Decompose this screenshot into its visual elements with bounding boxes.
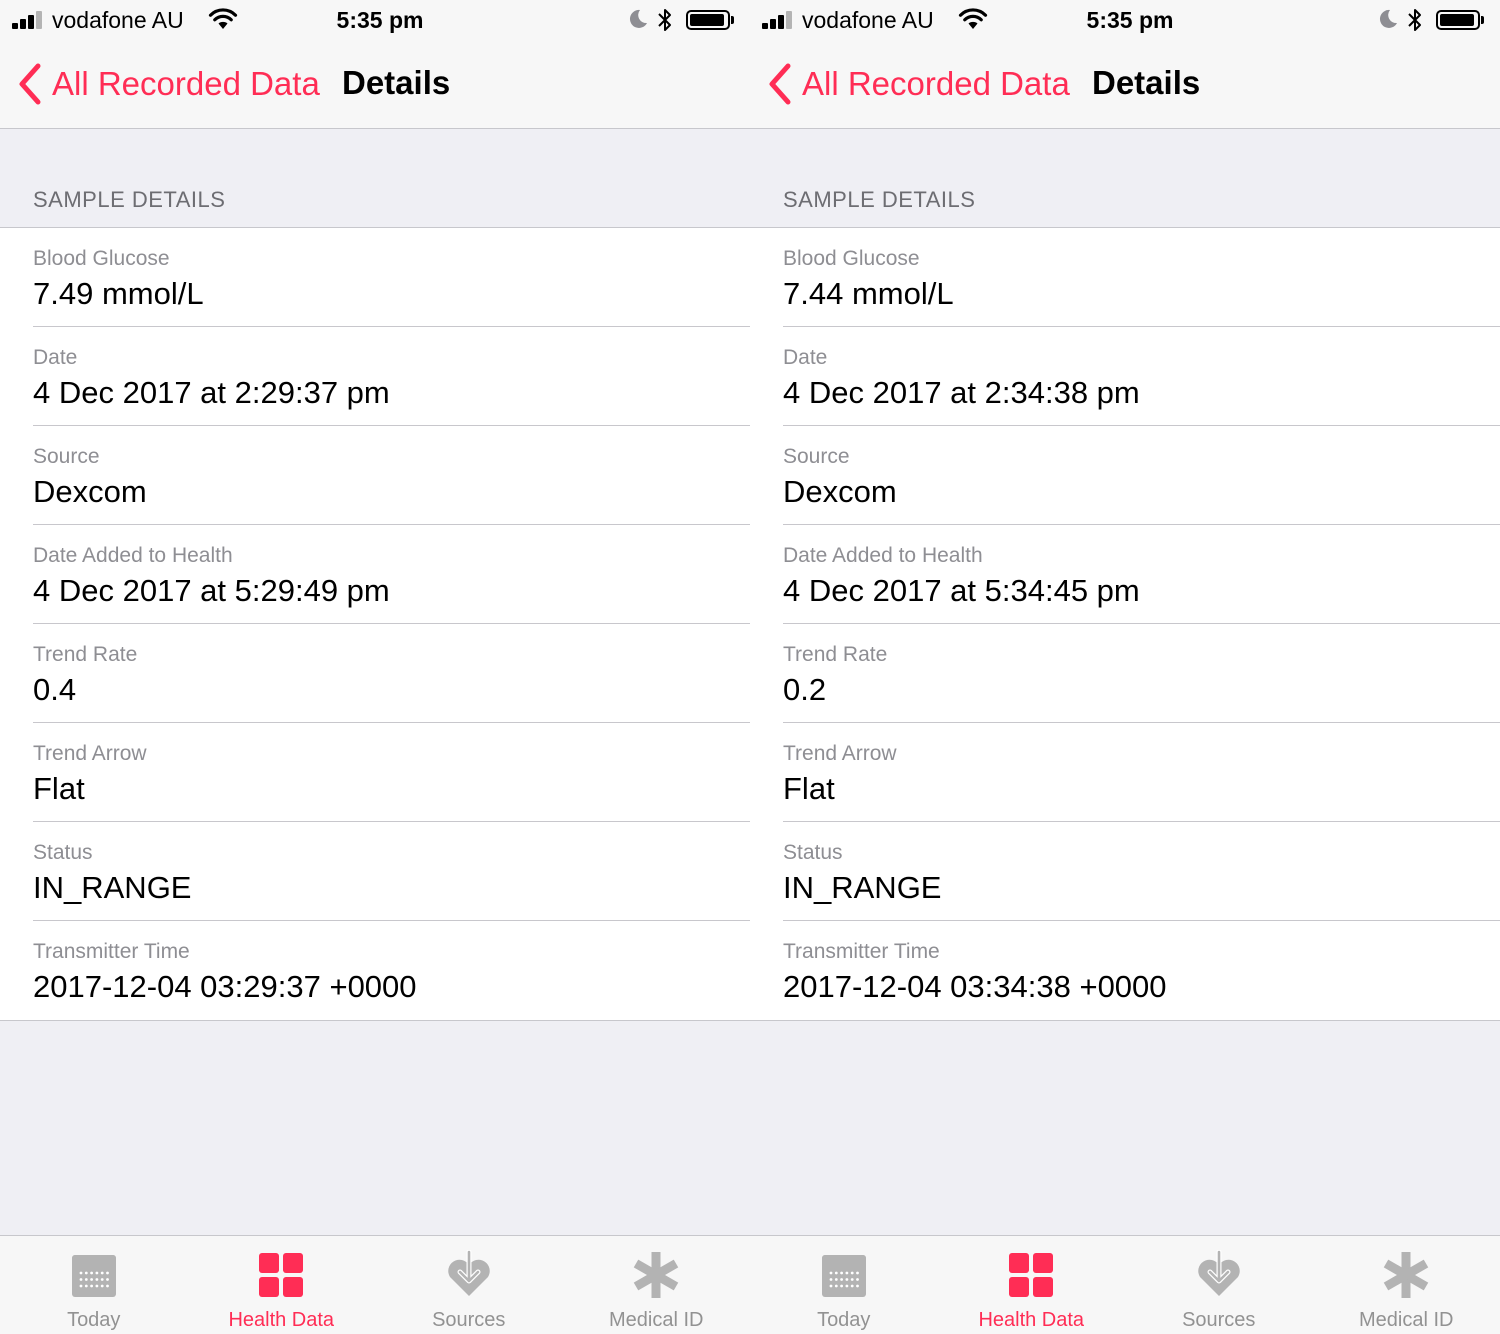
detail-row: Date Added to Health 4 Dec 2017 at 5:34:… — [750, 525, 1500, 624]
do-not-disturb-moon-icon — [629, 9, 647, 28]
asterisk-icon — [631, 1250, 681, 1300]
heart-arrow-icon — [1194, 1249, 1244, 1300]
grid-icon — [1006, 1250, 1056, 1300]
back-button[interactable]: All Recorded Data — [766, 62, 1070, 106]
tab-health-data[interactable]: Health Data — [938, 1236, 1126, 1334]
detail-row: Status IN_RANGE — [0, 822, 750, 921]
heart-arrow-icon — [444, 1249, 494, 1300]
chevron-left-icon — [769, 63, 791, 105]
detail-row: Source Dexcom — [0, 426, 750, 525]
detail-row-value: Dexcom — [33, 474, 147, 509]
detail-row-value: 4 Dec 2017 at 2:34:38 pm — [783, 375, 1140, 410]
detail-row-label: Blood Glucose — [33, 247, 170, 270]
phone-screen-2: vodafone AU 5:35 pm All Recorded Data De… — [750, 0, 1500, 1334]
section-header: SAMPLE DETAILS — [33, 187, 226, 212]
tab-label: Sources — [1182, 1309, 1256, 1331]
detail-row-value: 0.4 — [33, 672, 77, 707]
detail-row-label: Trend Rate — [783, 643, 888, 666]
detail-row: Blood Glucose 7.49 mmol/L — [0, 228, 750, 327]
bluetooth-icon — [658, 9, 671, 31]
battery-icon — [1436, 10, 1484, 30]
detail-row-label: Date — [33, 346, 78, 369]
detail-row-value: 2017-12-04 03:29:37 +0000 — [33, 969, 417, 1004]
tab-bar: Today Health Data Sources Medical ID — [750, 1235, 1500, 1334]
detail-row-value: 7.44 mmol/L — [783, 276, 954, 311]
tab-label: Today — [67, 1309, 121, 1331]
calendar-icon — [819, 1250, 869, 1300]
detail-row-label: Source — [783, 445, 850, 468]
navigation-bar: All Recorded Data Details — [750, 40, 1500, 129]
grid-icon — [256, 1250, 306, 1300]
do-not-disturb-moon-icon — [1379, 9, 1397, 28]
detail-row: Transmitter Time 2017-12-04 03:29:37 +00… — [0, 921, 750, 1020]
detail-row-label: Status — [33, 841, 93, 864]
tab-sources[interactable]: Sources — [375, 1236, 563, 1334]
battery-icon — [686, 10, 734, 30]
sample-details-list: Blood Glucose 7.44 mmol/L Date 4 Dec 201… — [750, 227, 1500, 1021]
status-bar: vodafone AU 5:35 pm — [0, 0, 750, 40]
tab-label: Sources — [432, 1309, 506, 1331]
back-button-label: All Recorded Data — [52, 65, 320, 102]
section-header: SAMPLE DETAILS — [783, 187, 976, 212]
detail-row-value: 7.49 mmol/L — [33, 276, 204, 311]
page-title: Details — [1092, 64, 1201, 101]
page-title: Details — [342, 64, 451, 101]
detail-row: Trend Arrow Flat — [0, 723, 750, 822]
tab-today[interactable]: Today — [0, 1236, 188, 1334]
detail-row-value: 0.2 — [783, 672, 827, 707]
screens-container: vodafone AU 5:35 pm All Recorded Data De… — [0, 0, 1500, 1334]
detail-row: Transmitter Time 2017-12-04 03:34:38 +00… — [750, 921, 1500, 1020]
tab-label: Today — [817, 1309, 871, 1331]
navigation-bar: All Recorded Data Details — [0, 40, 750, 129]
detail-row-label: Date Added to Health — [33, 544, 233, 567]
tab-medical-id[interactable]: Medical ID — [563, 1236, 751, 1334]
calendar-icon — [69, 1250, 119, 1300]
detail-row: Status IN_RANGE — [750, 822, 1500, 921]
detail-row-value: Dexcom — [783, 474, 897, 509]
detail-row-value: 2017-12-04 03:34:38 +0000 — [783, 969, 1167, 1004]
tab-bar: Today Health Data Sources Medical ID — [0, 1235, 750, 1334]
tab-medical-id[interactable]: Medical ID — [1313, 1236, 1500, 1334]
phone-screen-1: vodafone AU 5:35 pm All Recorded Data De… — [0, 0, 750, 1334]
detail-row-label: Status — [783, 841, 843, 864]
tab-label: Medical ID — [1359, 1309, 1454, 1331]
asterisk-icon — [1381, 1250, 1431, 1300]
detail-row-value: 4 Dec 2017 at 2:29:37 pm — [33, 375, 390, 410]
tab-label: Health Data — [228, 1309, 335, 1331]
tab-health-data[interactable]: Health Data — [188, 1236, 376, 1334]
detail-row-value: Flat — [33, 771, 85, 806]
detail-row-label: Transmitter Time — [33, 940, 190, 963]
detail-row-label: Source — [33, 445, 100, 468]
detail-row: Date 4 Dec 2017 at 2:29:37 pm — [0, 327, 750, 426]
detail-row-value: 4 Dec 2017 at 5:29:49 pm — [33, 573, 390, 608]
tab-label: Health Data — [978, 1309, 1085, 1331]
tab-sources[interactable]: Sources — [1125, 1236, 1313, 1334]
detail-row-label: Date Added to Health — [783, 544, 983, 567]
detail-row: Source Dexcom — [750, 426, 1500, 525]
tab-label: Medical ID — [609, 1309, 704, 1331]
detail-row-label: Trend Arrow — [33, 742, 147, 765]
detail-row-label: Transmitter Time — [783, 940, 940, 963]
detail-row: Trend Arrow Flat — [750, 723, 1500, 822]
status-bar: vodafone AU 5:35 pm — [750, 0, 1500, 40]
tab-today[interactable]: Today — [750, 1236, 938, 1334]
back-button-label: All Recorded Data — [802, 65, 1070, 102]
detail-row-value: Flat — [783, 771, 835, 806]
detail-row-value: IN_RANGE — [33, 870, 192, 905]
detail-row: Trend Rate 0.2 — [750, 624, 1500, 723]
detail-row-label: Trend Arrow — [783, 742, 897, 765]
detail-row-label: Date — [783, 346, 828, 369]
detail-row: Date Added to Health 4 Dec 2017 at 5:29:… — [0, 525, 750, 624]
chevron-left-icon — [19, 63, 41, 105]
detail-row-value: 4 Dec 2017 at 5:34:45 pm — [783, 573, 1140, 608]
bluetooth-icon — [1408, 9, 1421, 31]
sample-details-list: Blood Glucose 7.49 mmol/L Date 4 Dec 201… — [0, 227, 750, 1021]
detail-row: Date 4 Dec 2017 at 2:34:38 pm — [750, 327, 1500, 426]
detail-row-value: IN_RANGE — [783, 870, 942, 905]
back-button[interactable]: All Recorded Data — [16, 62, 320, 106]
detail-row: Trend Rate 0.4 — [0, 624, 750, 723]
detail-row: Blood Glucose 7.44 mmol/L — [750, 228, 1500, 327]
detail-row-label: Trend Rate — [33, 643, 138, 666]
detail-row-label: Blood Glucose — [783, 247, 920, 270]
